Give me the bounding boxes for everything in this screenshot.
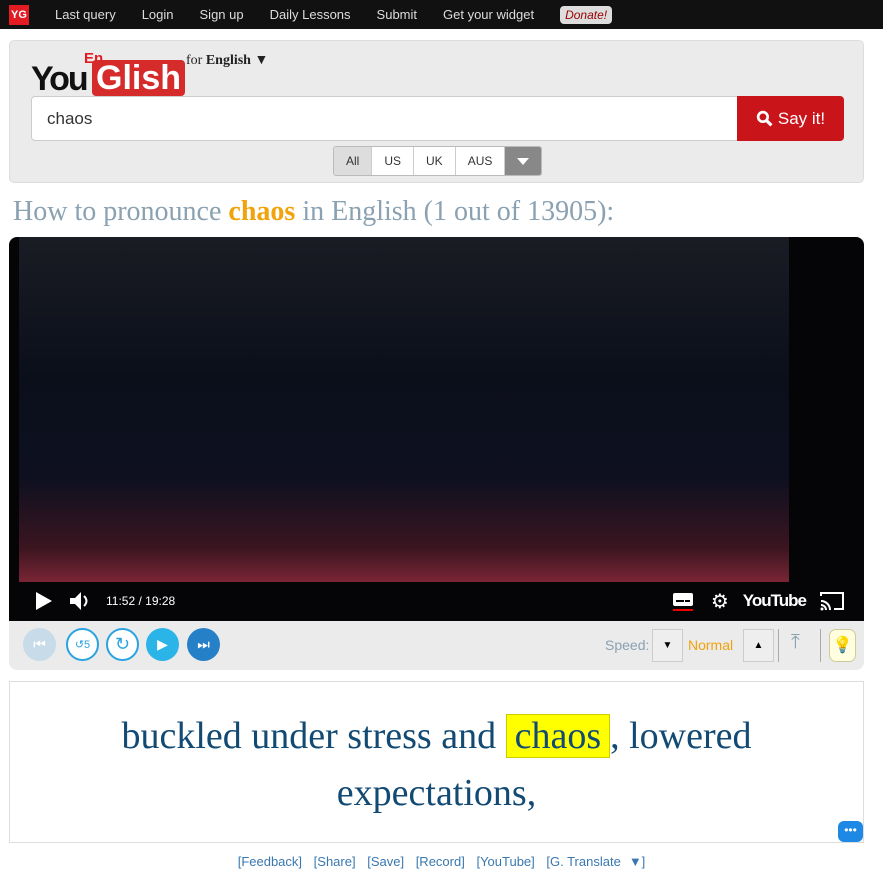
- language-name: English: [205, 53, 251, 68]
- caret-up-icon: ▲: [753, 640, 764, 651]
- google-translate-link[interactable]: [G. Translate: [546, 854, 620, 869]
- record-link[interactable]: [Record]: [416, 854, 465, 869]
- title-prefix: How to pronounce: [13, 196, 222, 227]
- settings-gear-icon[interactable]: ⚙: [711, 589, 729, 614]
- caret-down-icon: [517, 157, 530, 165]
- next-button[interactable]: ⏭: [187, 628, 220, 661]
- rewind-5-icon: ↺5: [74, 639, 91, 651]
- speed-label: Speed:: [605, 637, 650, 653]
- nav-daily-lessons[interactable]: Daily Lessons: [270, 7, 351, 22]
- title-word: chaos: [228, 196, 296, 227]
- search-input[interactable]: chaos: [31, 96, 738, 141]
- play-icon: ▶: [157, 636, 168, 652]
- logo-glish: Glish: [92, 60, 186, 96]
- accent-more-dropdown[interactable]: [505, 147, 542, 175]
- accent-filter: All US UK AUS: [333, 146, 543, 176]
- divider: [820, 629, 821, 662]
- cast-icon[interactable]: [820, 591, 844, 611]
- save-link[interactable]: [Save]: [367, 854, 404, 869]
- subtitles-icon[interactable]: [672, 591, 693, 611]
- page-title: How to pronounce chaos in English (1 out…: [13, 196, 614, 228]
- repeat-button[interactable]: ↻: [106, 628, 139, 661]
- top-nav: YG Last query Login Sign up Daily Lesson…: [0, 0, 883, 29]
- caret-down-icon: ▼: [254, 53, 269, 68]
- language-selector[interactable]: for English ▼: [186, 53, 268, 69]
- repeat-icon: ↻: [114, 634, 131, 654]
- nav-submit[interactable]: Submit: [377, 7, 417, 22]
- speed-up-button[interactable]: ▲: [743, 629, 774, 662]
- nav-login[interactable]: Login: [142, 7, 174, 22]
- accent-aus[interactable]: AUS: [455, 147, 506, 175]
- skip-next-icon: ⏭: [197, 636, 210, 652]
- volume-icon[interactable]: [70, 592, 92, 610]
- previous-button[interactable]: ⏮: [23, 628, 56, 661]
- caption-highlighted-word[interactable]: chaos: [505, 714, 611, 758]
- accent-us[interactable]: US: [372, 147, 415, 175]
- footer-links: [Feedback] [Share] [Save] [Record] [YouT…: [0, 854, 883, 869]
- chat-icon: •••: [844, 823, 857, 837]
- play-button[interactable]: ▶: [146, 628, 179, 661]
- caption-text: buckled under stress and chaos, lowered …: [9, 681, 864, 843]
- chat-button[interactable]: •••: [838, 821, 863, 842]
- accent-uk[interactable]: UK: [414, 147, 456, 175]
- language-prefix: for: [186, 53, 203, 68]
- translate-dropdown[interactable]: ▼]: [629, 854, 645, 869]
- nav-last-query[interactable]: Last query: [55, 7, 116, 22]
- video-player[interactable]: 11:52 / 19:28 ⚙ YouTube: [9, 237, 864, 621]
- replay-5-button[interactable]: ↺5: [66, 628, 99, 661]
- playback-toolbar: ⏮ ↺5 ↻ ▶ ⏭ Speed: ▼ Normal ▲ ⤒ 💡: [9, 621, 864, 670]
- search-panel: You En Glish for English ▼ chaos Say it!…: [9, 40, 864, 183]
- video-frame: [19, 237, 789, 582]
- say-it-label: Say it!: [777, 108, 826, 128]
- time-display: 11:52 / 19:28: [106, 594, 176, 608]
- accent-all[interactable]: All: [334, 147, 373, 175]
- lightbulb-button[interactable]: 💡: [829, 629, 856, 662]
- search-icon: [756, 110, 773, 127]
- share-link[interactable]: [Share]: [314, 854, 356, 869]
- player-controls: 11:52 / 19:28 ⚙ YouTube: [9, 581, 864, 621]
- caret-down-icon: ▼: [662, 640, 673, 651]
- caption-before: buckled under stress and: [121, 715, 497, 757]
- youtube-logo[interactable]: YouTube: [743, 591, 807, 611]
- say-it-button[interactable]: Say it!: [737, 96, 844, 141]
- nav-sign-up[interactable]: Sign up: [200, 7, 244, 22]
- donate-button[interactable]: Donate!: [560, 5, 613, 24]
- logo-you: You: [31, 60, 89, 98]
- feedback-link[interactable]: [Feedback]: [238, 854, 302, 869]
- youtube-link[interactable]: [YouTube]: [476, 854, 534, 869]
- lightbulb-icon: 💡: [832, 637, 853, 654]
- skip-back-icon: ⏮: [33, 636, 46, 652]
- title-suffix: in English (1 out of 13905):: [302, 196, 615, 227]
- speed-value: Normal: [688, 637, 734, 653]
- divider: [778, 629, 779, 662]
- play-icon[interactable]: [36, 592, 52, 610]
- yg-logo[interactable]: YG: [9, 4, 29, 25]
- speed-down-button[interactable]: ▼: [652, 629, 683, 662]
- nav-get-widget[interactable]: Get your widget: [443, 7, 534, 22]
- scroll-top-icon[interactable]: ⤒: [791, 631, 800, 654]
